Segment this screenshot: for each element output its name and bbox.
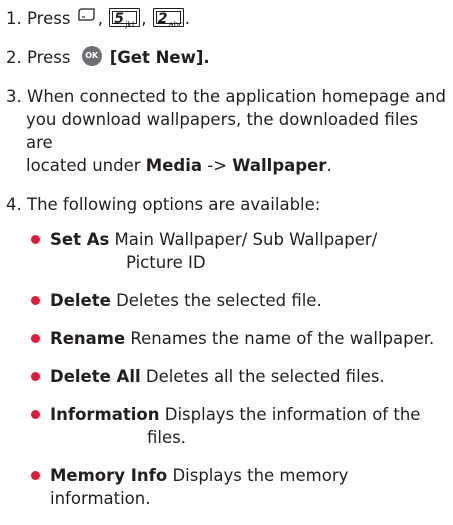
step-2: 2. Press OK [Get New]. <box>6 46 450 69</box>
option-desc: Deletes the selected file. <box>116 290 322 310</box>
key-2-icon: 2 abc <box>152 8 184 29</box>
option-desc: Main Wallpaper/ Sub Wallpaper/ <box>114 229 378 249</box>
list-item: Rename Renames the name of the wallpaper… <box>6 327 450 350</box>
option-term: Memory Info <box>50 465 168 485</box>
bullet-icon <box>31 234 40 244</box>
menu-softkey-icon <box>76 6 98 30</box>
list-item: Information Displays the information of … <box>6 403 450 449</box>
ok-key-icon: OK <box>81 46 102 66</box>
list-item: Delete All Deletes all the selected file… <box>6 365 450 388</box>
key-5-icon: 5 jkl <box>109 8 141 29</box>
step-text: Press <box>27 9 71 28</box>
step-text-line-3: located under Media -> Wallpaper. <box>26 155 332 175</box>
bullet-icon <box>31 371 40 381</box>
step-number: 1. <box>6 9 22 28</box>
step-text: Press <box>27 47 71 67</box>
media-path: Media <box>145 155 202 175</box>
option-desc: Renames the name of the wallpaper. <box>130 328 435 348</box>
option-desc-cont: Picture ID <box>126 252 206 272</box>
step-4: 4. The following options are available: <box>6 193 450 216</box>
option-term: Rename <box>50 328 126 348</box>
bullet-icon <box>31 470 40 480</box>
instructions: 1. Press , 5 jkl , 2 abc . 2. Press OK [G… <box>6 0 450 525</box>
option-desc: Displays the information of the <box>164 404 421 424</box>
step-number: 4. <box>6 194 22 214</box>
options-list: Set As Main Wallpaper/ Sub Wallpaper/ Pi… <box>6 228 450 510</box>
option-term: Information <box>50 404 160 424</box>
step-3: 3. When connected to the application hom… <box>6 85 450 177</box>
bullet-icon <box>31 333 40 343</box>
step-number: 2. <box>6 47 22 67</box>
option-desc-cont: files. <box>147 427 186 447</box>
step-1: 1. Press , 5 jkl , 2 abc . <box>6 7 450 32</box>
option-term: Delete All <box>50 366 141 386</box>
step-text: The following options are available: <box>27 194 321 214</box>
get-new-label: [Get New]. <box>109 47 210 67</box>
list-item: Memory Info Displays the memory informat… <box>6 464 450 510</box>
list-item: Delete Deletes the selected file. <box>6 289 450 312</box>
option-term: Set As <box>50 229 110 249</box>
list-item: Set As Main Wallpaper/ Sub Wallpaper/ Pi… <box>6 228 450 274</box>
bullet-icon <box>31 295 40 305</box>
option-desc: Deletes all the selected files. <box>145 366 385 386</box>
step-number: 3. <box>6 86 22 106</box>
bullet-icon <box>31 409 40 419</box>
option-term: Delete <box>50 290 111 310</box>
step-text-line-2: you download wallpapers, the downloaded … <box>26 109 419 152</box>
wallpaper-path: Wallpaper <box>232 155 327 175</box>
step-text-line-1: When connected to the application homepa… <box>27 86 446 106</box>
